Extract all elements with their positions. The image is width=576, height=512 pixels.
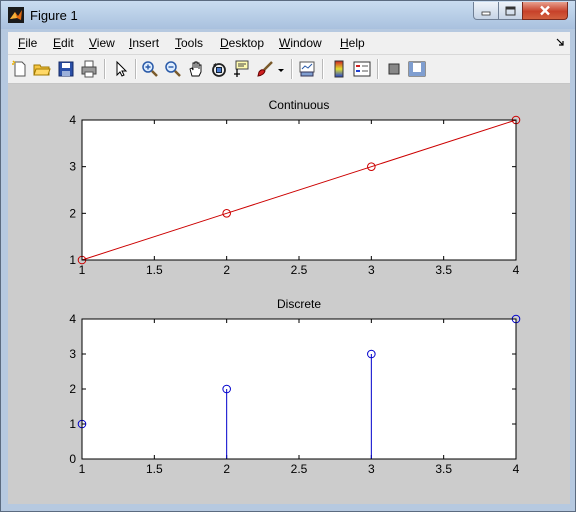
y-tick-label: 0 (69, 452, 76, 466)
colorbar-icon[interactable] (330, 60, 348, 78)
menu-insert[interactable]: Insert (129, 36, 159, 50)
link-plot-icon[interactable] (298, 60, 316, 78)
x-tick-label: 3.5 (435, 462, 452, 476)
data-cursor-icon[interactable] (233, 60, 251, 78)
zoom-in-icon[interactable] (141, 60, 159, 78)
menu-bar: File Edit View Insert Tools Desktop Wind… (8, 32, 570, 55)
x-tick-label: 1 (79, 263, 86, 277)
minimize-button[interactable] (473, 2, 499, 20)
x-tick-label: 2 (223, 462, 230, 476)
axes-title: Continuous (269, 98, 330, 112)
menu-view[interactable]: View (89, 36, 115, 50)
menu-file[interactable]: File (18, 36, 37, 50)
figure-window: Figure 1 File Edit View Insert Tools Des… (0, 0, 576, 512)
menu-edit[interactable]: Edit (53, 36, 74, 50)
menu-desktop[interactable]: Desktop (220, 36, 264, 50)
y-tick-label: 2 (69, 382, 76, 396)
maximize-icon (505, 6, 516, 15)
toolbar-separator (322, 59, 324, 79)
open-file-icon[interactable] (33, 60, 51, 78)
show-plot-tools-icon[interactable] (408, 60, 426, 78)
menu-window[interactable]: Window (279, 36, 322, 50)
y-tick-label: 2 (69, 206, 76, 220)
x-tick-label: 2.5 (291, 462, 308, 476)
menu-tools[interactable]: Tools (175, 36, 203, 50)
toolbar-separator (377, 59, 379, 79)
figure-toolbar (8, 55, 570, 84)
menu-help[interactable]: Help (340, 36, 365, 50)
y-tick-label: 1 (69, 253, 76, 267)
figure-canvas[interactable]: Continuous 1 1.5 2 2.5 3 3.5 4 1 2 3 4 Discrete 1 1.5 2… (8, 84, 570, 504)
save-icon[interactable] (57, 60, 75, 78)
brush-dropdown-icon[interactable] (276, 60, 286, 78)
toolbar-separator (104, 59, 106, 79)
maximize-button[interactable] (498, 2, 523, 20)
close-button[interactable] (522, 2, 568, 20)
minimize-icon (481, 11, 491, 15)
brush-icon[interactable] (256, 60, 274, 78)
zoom-out-icon[interactable] (164, 60, 182, 78)
x-tick-label: 2 (223, 263, 230, 277)
toolbar-separator (291, 59, 293, 79)
x-tick-label: 2.5 (291, 263, 308, 277)
x-tick-label: 1.5 (146, 263, 163, 277)
print-icon[interactable] (80, 60, 98, 78)
title-bar[interactable]: Figure 1 (1, 1, 575, 30)
axes-title: Discrete (277, 297, 321, 311)
x-tick-label: 1.5 (146, 462, 163, 476)
y-tick-label: 3 (69, 347, 76, 361)
matlab-logo-icon (8, 7, 24, 23)
pan-hand-icon[interactable] (187, 60, 205, 78)
pointer-icon[interactable] (112, 60, 130, 78)
toolbar-separator (135, 59, 137, 79)
x-tick-label: 4 (513, 263, 520, 277)
x-tick-label: 4 (513, 462, 520, 476)
new-figure-icon[interactable] (11, 60, 29, 78)
close-icon (540, 5, 550, 16)
y-tick-label: 3 (69, 160, 76, 174)
axes-background[interactable] (82, 319, 516, 459)
x-tick-label: 3 (368, 263, 375, 277)
x-tick-label: 1 (79, 462, 86, 476)
y-tick-label: 4 (69, 312, 76, 326)
dock-arrow-icon[interactable] (556, 38, 564, 46)
figure-plots[interactable]: Continuous 1 1.5 2 2.5 3 3.5 4 1 2 3 4 Discrete 1 1.5 2… (8, 84, 570, 504)
y-tick-label: 4 (69, 113, 76, 127)
x-tick-label: 3 (368, 462, 375, 476)
x-tick-label: 3.5 (435, 263, 452, 277)
hide-plot-tools-icon[interactable] (385, 60, 403, 78)
legend-icon[interactable] (353, 60, 371, 78)
window-title: Figure 1 (30, 8, 78, 23)
rotate-3d-icon[interactable] (210, 60, 228, 78)
y-tick-label: 1 (69, 417, 76, 431)
